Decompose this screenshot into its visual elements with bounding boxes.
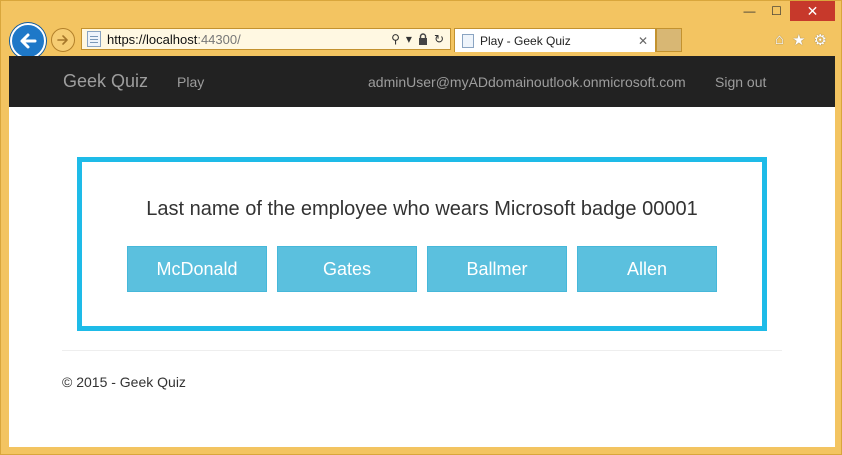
browser-toolbar: https://localhost:44300/ ⚲ ▾ ↻ Play - Ge… — [1, 23, 841, 59]
back-arrow-icon — [20, 33, 37, 49]
forward-button[interactable] — [51, 28, 75, 52]
answer-options: McDonald Gates Ballmer Allen — [127, 246, 717, 292]
settings-gear-icon[interactable]: ⚙ — [814, 31, 827, 49]
tab-title: Play - Geek Quiz — [480, 33, 571, 48]
address-bar[interactable]: https://localhost:44300/ ⚲ ▾ ↻ — [81, 28, 451, 50]
new-tab-button[interactable] — [656, 28, 682, 52]
brand-link[interactable]: Geek Quiz — [63, 71, 148, 92]
answer-option-allen[interactable]: Allen — [577, 246, 717, 292]
footer-divider — [62, 350, 782, 351]
tab-close-icon[interactable]: ✕ — [638, 34, 648, 48]
url-port: :44300/ — [197, 31, 241, 47]
page-viewport: Geek Quiz Play adminUser@myADdomainoutlo… — [9, 56, 835, 447]
browser-window: — ☐ ✕ https://localhost:44300/ ⚲ ▾ ↻ Pl… — [0, 0, 842, 455]
lock-icon[interactable] — [418, 33, 428, 45]
maximize-button[interactable]: ☐ — [763, 1, 790, 21]
sign-out-link[interactable]: Sign out — [715, 74, 766, 90]
minimize-button[interactable]: — — [736, 1, 763, 21]
window-controls: — ☐ ✕ — [736, 1, 835, 23]
question-text: Last name of the employee who wears Micr… — [146, 198, 698, 220]
nav-link-play[interactable]: Play — [177, 74, 204, 90]
search-icon[interactable]: ⚲ — [391, 32, 400, 46]
tab-play-geek-quiz[interactable]: Play - Geek Quiz ✕ — [454, 28, 656, 52]
back-button[interactable] — [10, 23, 46, 59]
page-icon — [87, 31, 101, 47]
close-button[interactable]: ✕ — [790, 1, 835, 21]
tab-page-icon — [462, 33, 474, 48]
favorites-star-icon[interactable]: ★ — [792, 31, 805, 49]
address-icons: ⚲ ▾ ↻ — [391, 32, 450, 46]
nav-user-link[interactable]: adminUser@myADdomainoutlook.onmicrosoft.… — [368, 74, 686, 90]
footer-copyright: © 2015 - Geek Quiz — [62, 374, 186, 390]
url-host: https://localhost — [107, 31, 198, 47]
home-icon[interactable]: ⌂ — [775, 31, 784, 49]
dropdown-icon[interactable]: ▾ — [406, 32, 412, 46]
refresh-icon[interactable]: ↻ — [434, 32, 444, 46]
answer-option-ballmer[interactable]: Ballmer — [427, 246, 567, 292]
navbar: Geek Quiz Play adminUser@myADdomainoutlo… — [9, 56, 835, 107]
answer-option-mcdonald[interactable]: McDonald — [127, 246, 267, 292]
browser-right-icons: ⌂ ★ ⚙ — [775, 31, 827, 49]
quiz-box: Last name of the employee who wears Micr… — [77, 157, 767, 331]
forward-arrow-icon — [57, 35, 68, 45]
answer-option-gates[interactable]: Gates — [277, 246, 417, 292]
